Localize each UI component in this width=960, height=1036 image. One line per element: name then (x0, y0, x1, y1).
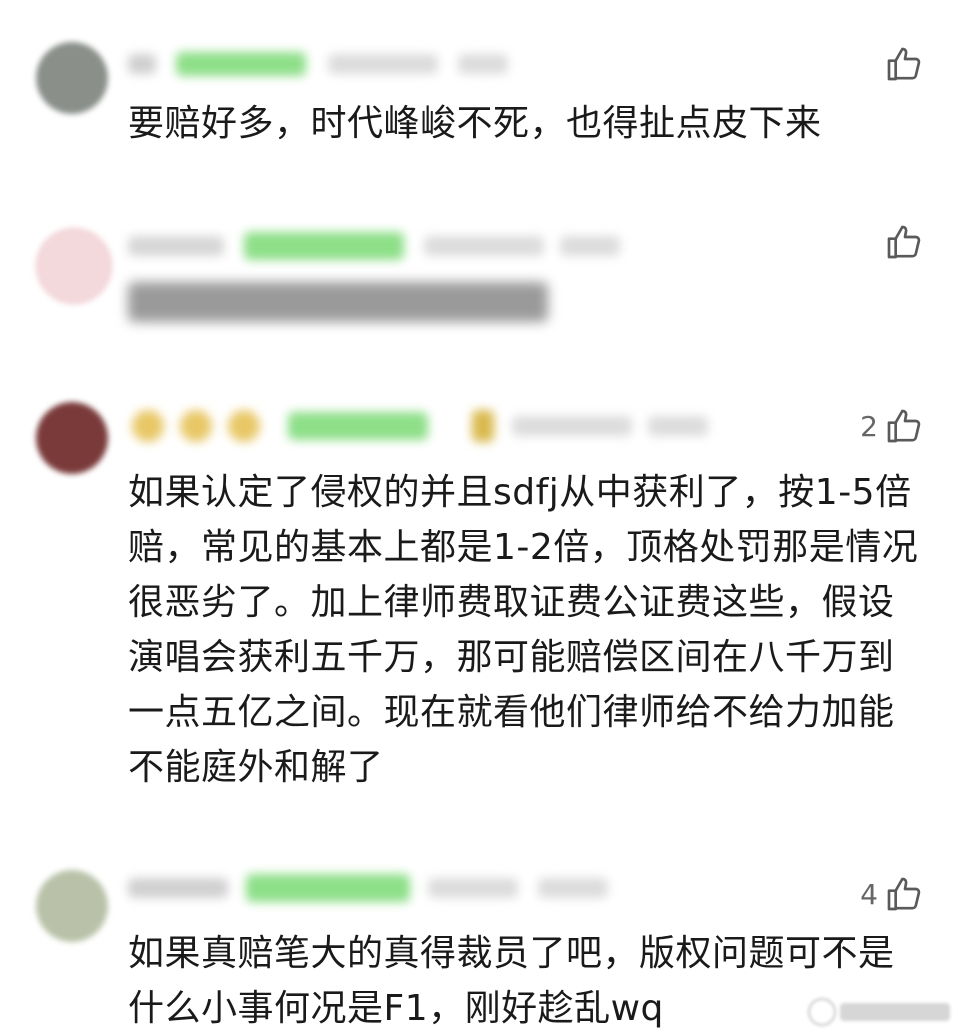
comment-text: 要赔好多，时代峰峻不死，也得扯点皮下来 (128, 103, 822, 144)
watermark-logo-icon (808, 998, 836, 1026)
like-button[interactable]: 2 (860, 404, 924, 448)
comment-meta (128, 226, 628, 266)
comment-meta (128, 868, 628, 908)
avatar[interactable] (36, 870, 108, 942)
fan-badge (244, 232, 404, 260)
timestamp (428, 878, 518, 898)
timestamp (424, 236, 544, 256)
location (560, 236, 620, 256)
username[interactable] (128, 236, 224, 256)
comment-item (0, 200, 960, 360)
like-button[interactable]: 4 (860, 872, 924, 916)
avatar[interactable] (36, 228, 112, 304)
timestamp (512, 416, 632, 436)
avatar[interactable] (36, 402, 108, 474)
username[interactable] (128, 878, 228, 898)
thumbs-up-icon (887, 409, 921, 443)
emoji-username[interactable] (132, 410, 164, 442)
emoji-username[interactable] (180, 410, 212, 442)
comment-text-blurred (128, 282, 548, 322)
like-button[interactable] (878, 42, 924, 86)
watermark-text (840, 1003, 950, 1021)
comment-item: 2 如果认定了侵权的并且sdfj从中获利了，按1-5倍赔，常见的基本上都是1-2… (0, 380, 960, 840)
location (458, 54, 508, 74)
like-count: 4 (860, 877, 878, 911)
comment-meta (128, 406, 728, 446)
like-button[interactable] (878, 220, 924, 264)
thumbs-up-icon (887, 225, 921, 259)
thumbs-up-icon (887, 47, 921, 81)
fan-badge (288, 412, 428, 440)
fan-badge (176, 52, 306, 76)
avatar[interactable] (36, 42, 108, 114)
comment-text: 如果认定了侵权的并且sdfj从中获利了，按1-5倍赔，常见的基本上都是1-2倍，… (128, 472, 919, 788)
fan-badge (246, 874, 410, 902)
location (648, 416, 708, 436)
comment-item: 要赔好多，时代峰峻不死，也得扯点皮下来 (0, 0, 960, 190)
username[interactable] (128, 54, 156, 74)
watermark (808, 998, 950, 1026)
timestamp (328, 54, 438, 74)
emoji-username[interactable] (228, 410, 260, 442)
thumbs-up-icon (887, 877, 921, 911)
comment-text: 如果真赔笔大的真得裁员了吧，版权问题可不是什么小事何况是F1，刚好趁乱wq (128, 933, 895, 1029)
like-count: 2 (860, 409, 878, 443)
location (538, 878, 608, 898)
trophy-icon (472, 410, 494, 442)
comment-meta (128, 44, 578, 84)
